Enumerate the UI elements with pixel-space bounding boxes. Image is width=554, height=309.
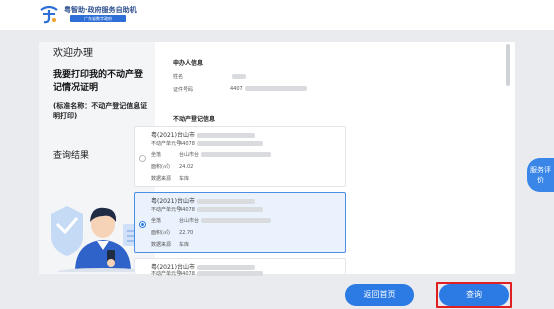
applicant-title: 申办人信息 [173,60,204,67]
area-value: 24.02 [179,164,194,170]
logo-icon [40,5,58,24]
property-title: 不动产登记信息 [173,116,216,123]
name-value-masked [232,74,246,79]
top-header: 粤智助·政府服务自助机 广东省数字政府 [0,0,554,30]
logo-subtitle: 广东省数字政府 [70,15,126,22]
logo-title: 粤智助·政府服务自助机 [64,6,137,14]
property-record-card[interactable]: 粤(2021)台山市 不动产单元号44078 坐落 台山市台 面积(㎡) 24.02… [134,126,346,187]
standard-name: (标准名称：不动产登记信息证明打印) [53,102,148,120]
id-label: 证件号码 [173,87,194,93]
radio-button-checked[interactable] [139,221,146,228]
service-evaluation-button[interactable]: 服务评价 [527,158,554,192]
certificate-number: 粤(2021)台山市 [151,130,255,139]
scrollbar[interactable] [506,44,510,86]
return-home-button[interactable]: 返回首页 [345,284,414,306]
query-button-highlight [436,282,512,308]
radio-button[interactable] [139,155,146,162]
property-record-card-selected[interactable]: 粤(2021)台山市 不动产单元号44078 坐落 台山市台 面积(㎡) 22.70… [134,192,346,253]
property-record-card[interactable]: 粤(2021)台山市 不动产单元号44078 [134,258,346,277]
service-title: 我要打印我的不动产登记情况证明 [53,70,144,93]
welcome-text: 欢迎办理 [53,48,93,59]
name-label: 姓名 [173,74,184,80]
area-value: 22.70 [179,230,194,236]
certificate-number: 粤(2021)台山市 [151,196,255,205]
id-value: 4407 [230,86,307,92]
result-label: 查询结果 [53,151,90,161]
